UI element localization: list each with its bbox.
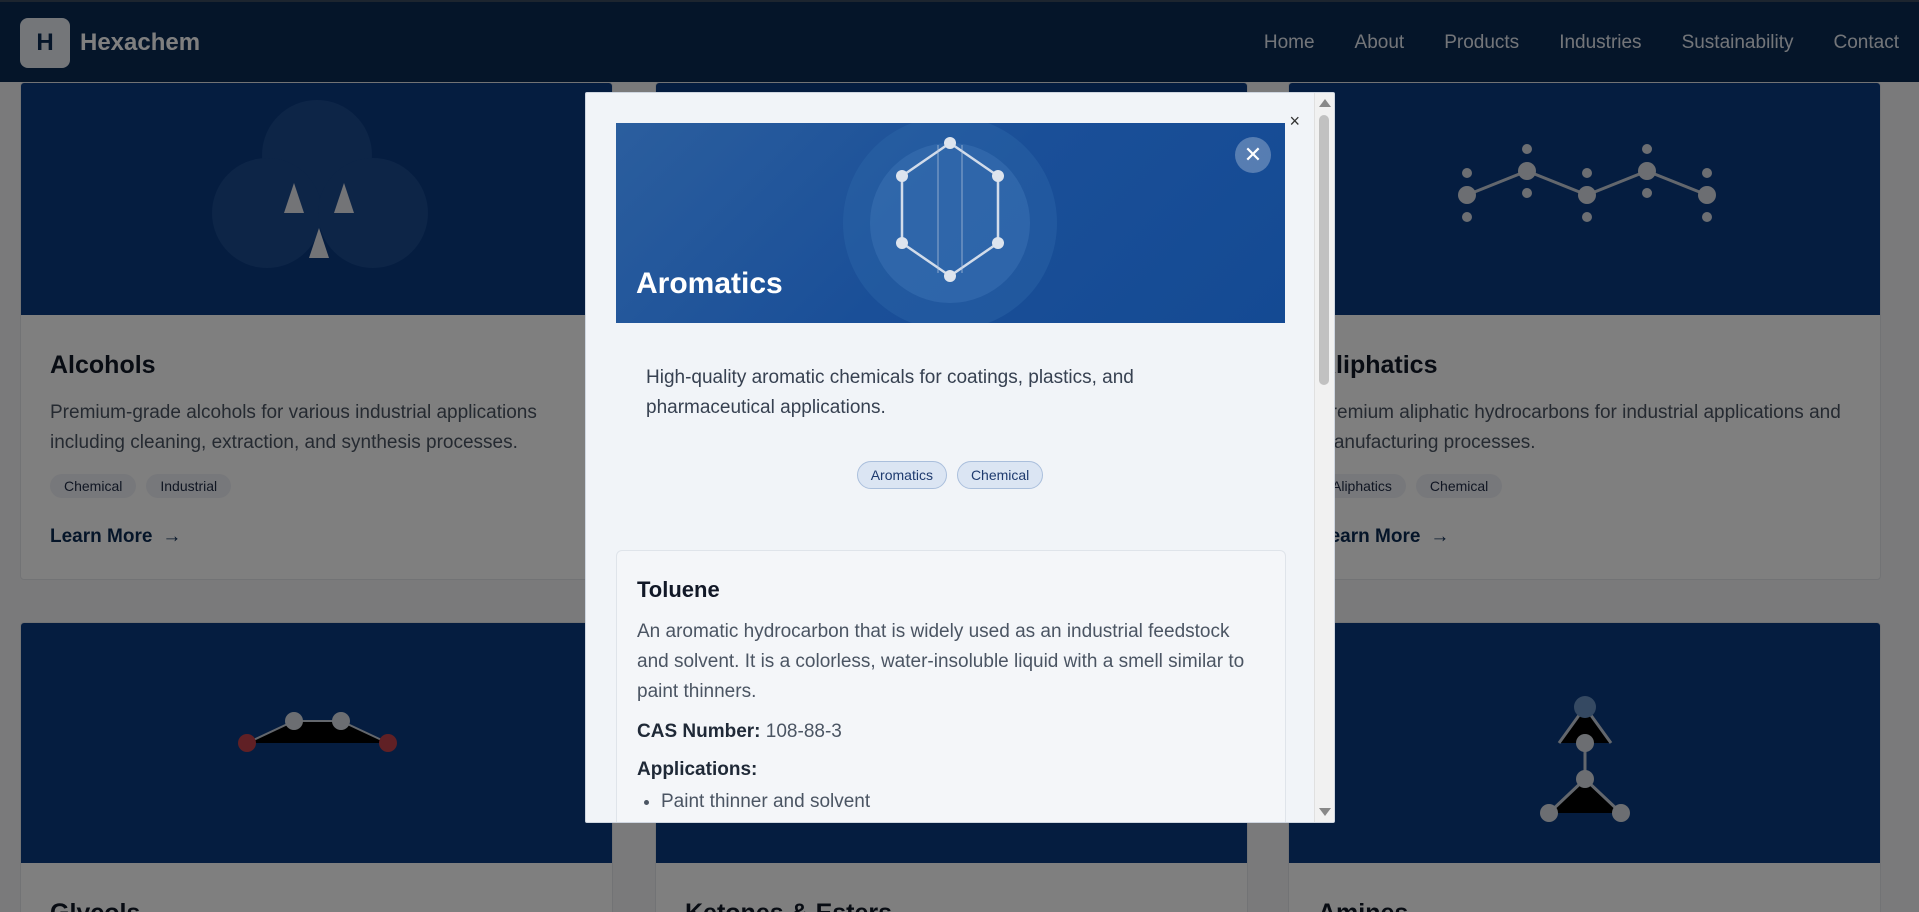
cas-label: CAS Number: — [637, 721, 761, 742]
applications-label: Applications: — [637, 759, 758, 780]
modal-close-button[interactable]: ✕ — [1235, 137, 1271, 173]
product-modal: × Aromatics ✕ High-quality aromatic chem… — [585, 92, 1335, 823]
navbar-dim-overlay — [0, 0, 1919, 82]
cas-value: 108-88-3 — [765, 721, 842, 742]
close-icon[interactable]: × — [1289, 111, 1300, 132]
tag: Aromatics — [856, 461, 947, 489]
list-item: Paint thinner and solvent — [661, 791, 1265, 813]
product-name: Toluene — [637, 577, 720, 602]
product-cas: CAS Number: 108-88-3 — [637, 721, 1265, 743]
scroll-down-icon[interactable] — [1319, 808, 1331, 816]
tag: Chemical — [956, 461, 1044, 489]
modal-tags: Aromatics Chemical — [586, 461, 1314, 489]
applications-list: Paint thinner and solvent — [637, 791, 1265, 813]
modal-title: Aromatics — [636, 267, 783, 300]
scroll-up-icon[interactable] — [1319, 99, 1331, 107]
modal-description: High-quality aromatic chemicals for coat… — [646, 367, 1134, 418]
product-description: An aromatic hydrocarbon that is widely u… — [637, 621, 1245, 702]
modal-hero: Aromatics ✕ — [616, 123, 1285, 323]
modal-scrollbar[interactable] — [1314, 93, 1334, 822]
close-icon: ✕ — [1243, 142, 1263, 167]
product-detail-card: Toluene An aromatic hydrocarbon that is … — [616, 550, 1286, 822]
scroll-thumb[interactable] — [1319, 115, 1329, 385]
